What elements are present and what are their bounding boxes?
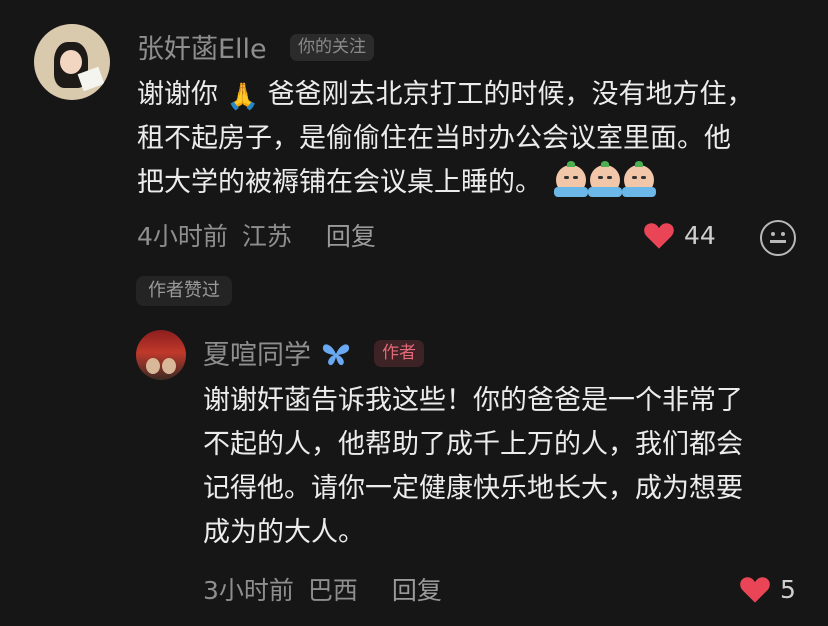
comment-meta: 4小时前 江苏 回复 — [137, 224, 376, 249]
heart-icon — [644, 223, 674, 249]
reply-text-line2: 不起的人，他帮助了成千上万的人，我们都会 — [203, 429, 743, 460]
like-button[interactable]: 44 — [642, 220, 716, 250]
timestamp: 3小时前 — [203, 576, 294, 605]
comment-text-line3-wrap: 把大学的被褥铺在会议桌上睡的。 — [137, 161, 656, 204]
username[interactable]: 张奸菡Elle — [137, 36, 267, 63]
author-liked-badge: 作者赞过 — [136, 276, 232, 306]
comment-text: 谢谢你 🙏 爸爸刚去北京打工的时候，没有地方住， — [137, 74, 754, 118]
avatar[interactable] — [136, 330, 186, 380]
location: 江苏 — [241, 222, 292, 251]
like-count: 5 — [780, 574, 796, 604]
reply-meta: 3小时前 巴西 回复 — [203, 578, 442, 603]
avatar-person — [146, 358, 160, 374]
reply-text-line3: 记得他。请你一定健康快乐地长大，成为想要 — [203, 473, 743, 504]
avatar-person — [162, 358, 176, 374]
comment-text-line2: 租不起房子，是偷偷住在当时办公会议室里面。他 — [137, 123, 731, 154]
avatar-face — [60, 50, 82, 74]
comment-text-line1b: 爸爸刚去北京打工的时候，没有地方住， — [267, 79, 754, 110]
reply-text-line4: 成为的大人。 — [203, 517, 365, 548]
emoji-icon[interactable] — [760, 220, 796, 256]
reply-button[interactable]: 回复 — [326, 222, 376, 251]
author-tag: 作者 — [374, 340, 424, 367]
butterfly-icon — [322, 344, 349, 366]
follow-tag: 你的关注 — [290, 34, 374, 61]
comment-text-line1a: 谢谢你 — [137, 79, 218, 110]
crying-emoji-icon — [554, 161, 656, 198]
avatar[interactable] — [34, 24, 110, 100]
reply-button[interactable]: 回复 — [392, 576, 442, 605]
emoji-mouth — [770, 240, 786, 243]
like-count: 44 — [684, 220, 716, 250]
reply-text-line1: 谢谢奸菡告诉我这些！你的爸爸是一个非常了 — [203, 385, 743, 416]
heart-icon — [740, 577, 770, 603]
comment-text-line3: 把大学的被褥铺在会议桌上睡的。 — [137, 167, 542, 198]
location: 巴西 — [307, 576, 358, 605]
timestamp: 4小时前 — [137, 222, 228, 251]
like-button[interactable]: 5 — [738, 574, 796, 604]
username-text: 夏喧同学 — [203, 340, 311, 371]
pray-emoji-icon: 🙏 — [226, 82, 259, 112]
username[interactable]: 夏喧同学 — [203, 341, 352, 369]
